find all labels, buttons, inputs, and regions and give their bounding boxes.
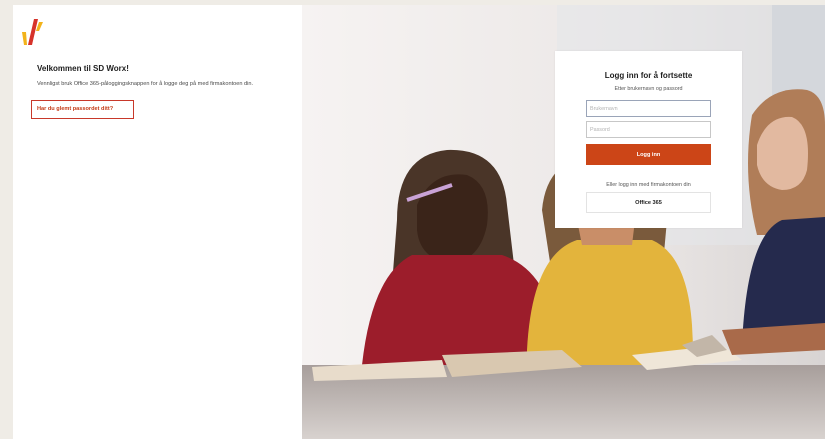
forgot-password-link[interactable]: Har du glemt passordet ditt? [37, 106, 113, 112]
welcome-panel: Velkommen til SD Worx! Vennligst bruk Of… [13, 5, 302, 439]
page-frame: Velkommen til SD Worx! Vennligst bruk Of… [13, 5, 825, 439]
welcome-text: Vennligst bruk Office 365-påloggingsknap… [37, 81, 254, 87]
login-subtitle: Etter brukernavn og passord [614, 86, 683, 92]
login-card: Logg inn for å fortsette Etter brukernav… [555, 51, 742, 228]
office365-button[interactable]: Office 365 [586, 192, 711, 213]
username-input[interactable] [586, 100, 711, 117]
welcome-title: Velkommen til SD Worx! [37, 64, 129, 73]
login-button[interactable]: Logg inn [586, 144, 711, 165]
sd-worx-logo-icon [22, 19, 43, 45]
login-title: Logg inn for å fortsette [604, 71, 693, 80]
password-input[interactable] [586, 121, 711, 138]
alt-login-text: Eller logg inn med firmakontoen din [606, 182, 691, 188]
